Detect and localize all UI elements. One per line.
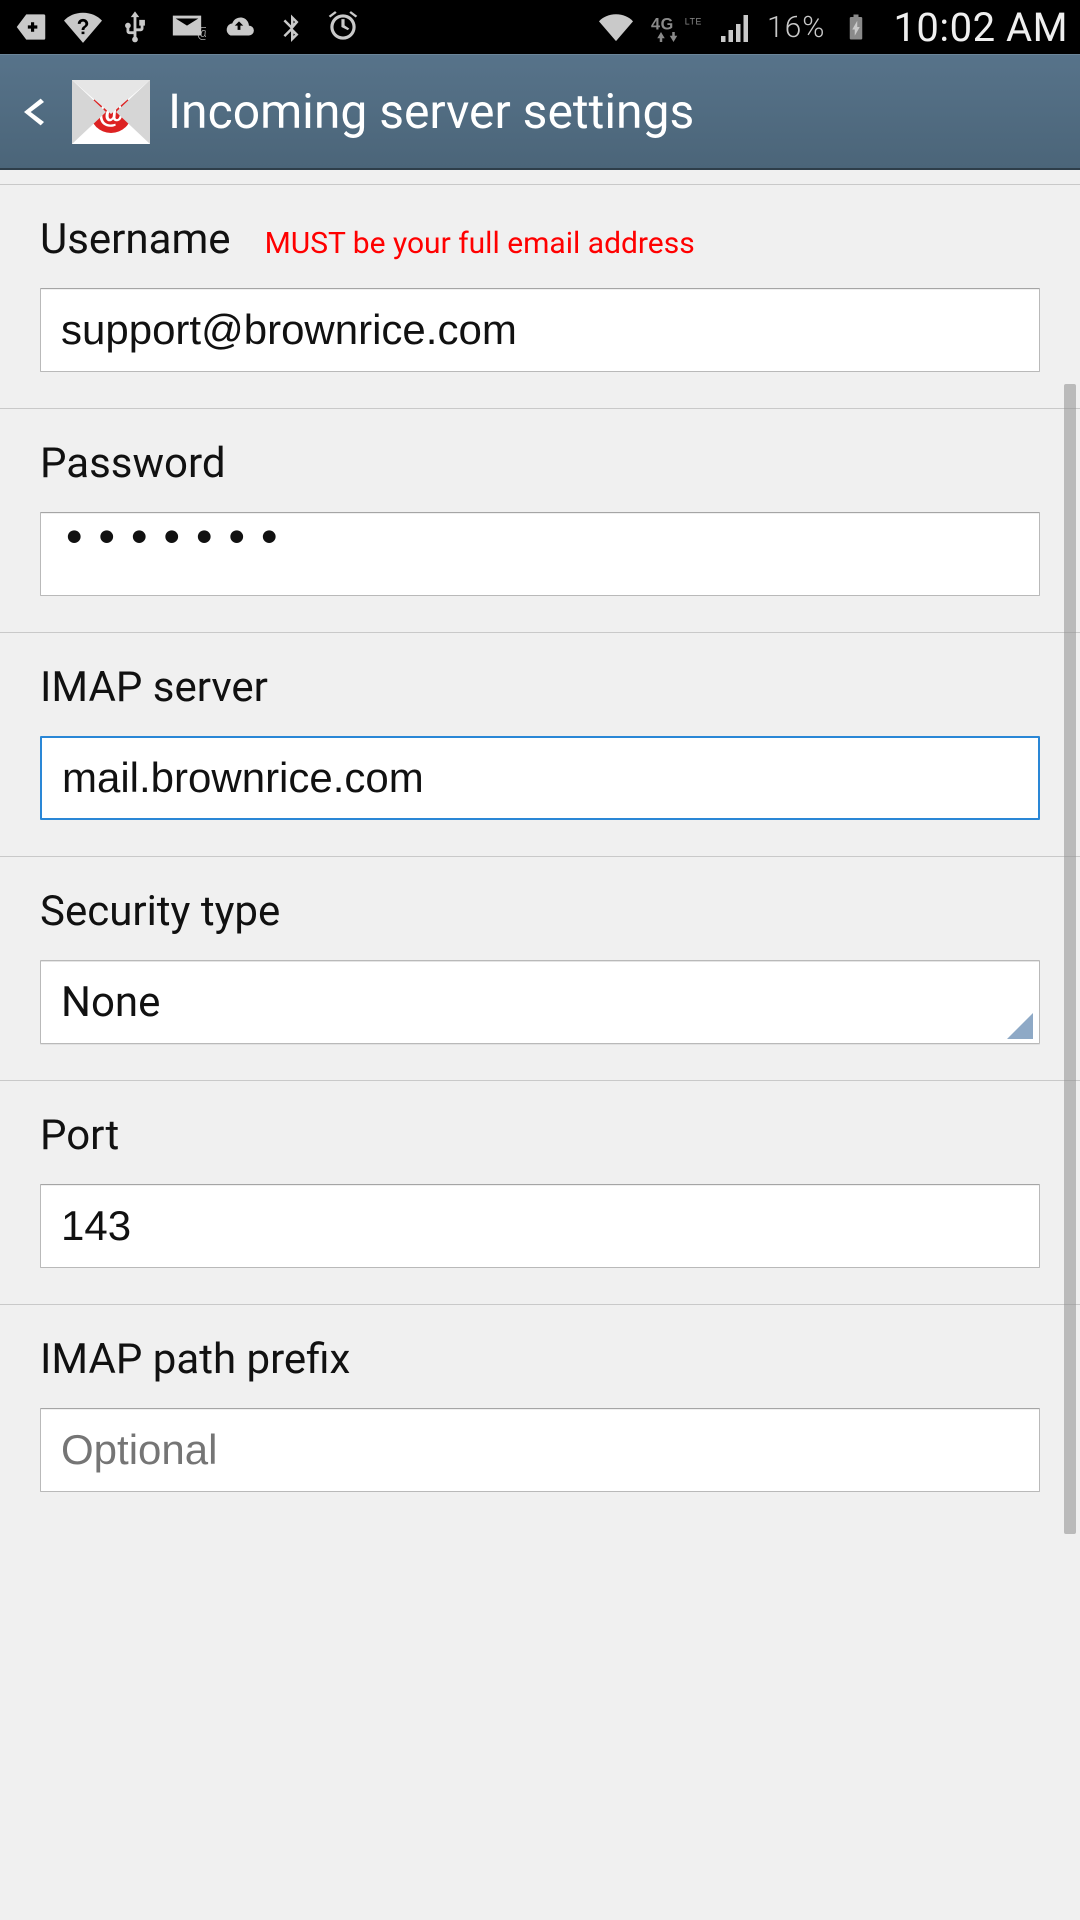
back-button[interactable]	[14, 77, 54, 147]
imap-path-prefix-label: IMAP path prefix	[40, 1335, 350, 1384]
page-title: Incoming server settings	[168, 83, 694, 140]
port-input[interactable]	[40, 1184, 1040, 1268]
status-bar: @ 4G LTE 16% 10:02 AM	[0, 0, 1080, 54]
network-4g-icon: 4G LTE	[647, 8, 705, 46]
clock: 10:02 AM	[893, 4, 1068, 51]
mail-at-icon: @	[168, 8, 206, 46]
svg-text:4G: 4G	[651, 16, 674, 34]
usb-icon	[116, 8, 154, 46]
wifi-question-icon	[64, 8, 102, 46]
header: @ Incoming server settings	[0, 54, 1080, 170]
svg-text:@: @	[197, 25, 206, 41]
scroll-indicator[interactable]	[1064, 384, 1076, 1534]
security-type-section: Security type None	[0, 857, 1080, 1081]
content: Username MUST be your full email address…	[0, 184, 1080, 1492]
password-input[interactable]: •••••••	[40, 512, 1040, 596]
wifi-icon	[597, 8, 635, 46]
imap-server-section: IMAP server	[0, 633, 1080, 857]
imap-server-label: IMAP server	[40, 663, 268, 712]
status-left: @	[12, 8, 362, 46]
imap-server-input[interactable]	[40, 736, 1040, 820]
cloud-upload-icon	[220, 8, 258, 46]
password-section: Password •••••••	[0, 409, 1080, 633]
imap-path-prefix-section: IMAP path prefix	[0, 1305, 1080, 1492]
security-type-label: Security type	[40, 887, 280, 936]
username-input[interactable]	[40, 288, 1040, 372]
port-section: Port	[0, 1081, 1080, 1305]
imap-path-prefix-input[interactable]	[40, 1408, 1040, 1492]
port-label: Port	[40, 1111, 119, 1160]
svg-text:LTE: LTE	[685, 17, 702, 27]
bluetooth-icon	[272, 8, 310, 46]
email-app-icon: @	[72, 80, 150, 144]
alarm-icon	[324, 8, 362, 46]
status-right: 4G LTE 16% 10:02 AM	[597, 4, 1068, 51]
username-section: Username MUST be your full email address	[0, 184, 1080, 409]
security-type-select[interactable]: None	[40, 960, 1040, 1044]
username-label: Username	[40, 215, 231, 264]
password-value: •••••••	[61, 513, 288, 564]
password-label: Password	[40, 439, 226, 488]
tag-plus-icon	[12, 8, 50, 46]
username-hint: MUST be your full email address	[265, 226, 695, 261]
battery-charging-icon	[837, 8, 875, 46]
battery-percent: 16%	[767, 10, 825, 45]
security-type-value: None	[61, 978, 160, 1027]
signal-icon	[717, 8, 755, 46]
